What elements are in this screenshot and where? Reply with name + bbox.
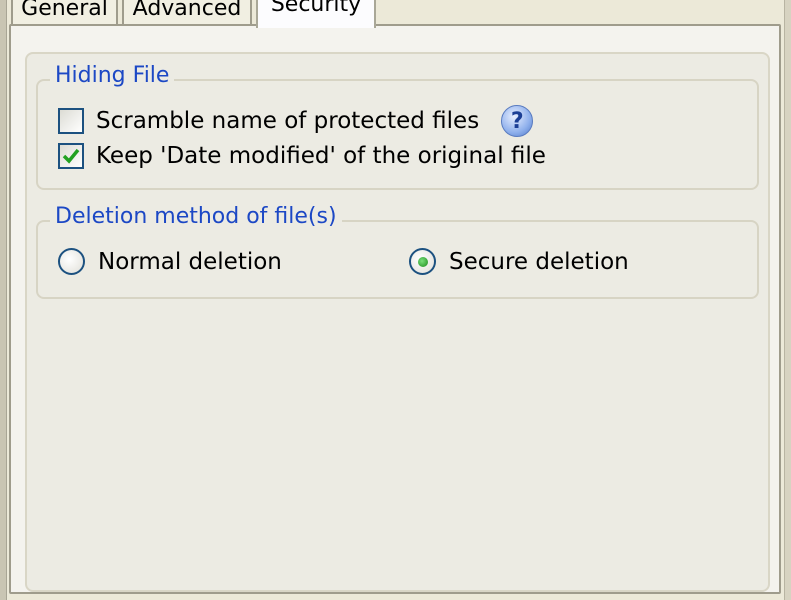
tab-advanced-label: Advanced: [132, 0, 242, 21]
radio-selected-dot: [417, 256, 428, 267]
secure-deletion-label[interactable]: Secure deletion: [449, 249, 629, 275]
tab-security[interactable]: Security: [256, 0, 376, 28]
deletion-method-group: Deletion method of file(s) Normal deleti…: [36, 204, 759, 299]
window-right-border: [784, 0, 791, 600]
scramble-checkbox[interactable]: [58, 108, 84, 134]
keep-date-row: Keep 'Date modified' of the original fil…: [58, 143, 546, 169]
deletion-method-group-title: Deletion method of file(s): [50, 204, 342, 229]
security-tab-panel: Hiding File Scramble name of protected f…: [9, 24, 781, 594]
help-icon[interactable]: ?: [501, 105, 534, 137]
check-icon: [62, 148, 80, 164]
secure-deletion-radio[interactable]: [409, 248, 436, 275]
hiding-file-group: Hiding File Scramble name of protected f…: [36, 63, 759, 190]
secure-deletion-row: Secure deletion: [409, 248, 629, 275]
normal-deletion-radio[interactable]: [58, 248, 85, 275]
keep-date-label[interactable]: Keep 'Date modified' of the original fil…: [96, 143, 546, 169]
tab-advanced[interactable]: Advanced: [122, 0, 252, 24]
scramble-row: Scramble name of protected files ?: [58, 105, 534, 137]
tab-general-label: General: [21, 0, 108, 21]
keep-date-checkbox[interactable]: [58, 143, 84, 169]
hiding-file-group-title: Hiding File: [50, 63, 175, 88]
normal-deletion-row: Normal deletion: [58, 248, 282, 275]
tab-security-label: Security: [270, 0, 362, 17]
scramble-label[interactable]: Scramble name of protected files: [96, 108, 479, 134]
window-left-border: [0, 0, 7, 600]
properties-window: General Advanced Security Hiding File Sc…: [0, 0, 791, 600]
tab-general[interactable]: General: [11, 0, 118, 24]
normal-deletion-label[interactable]: Normal deletion: [98, 249, 282, 275]
